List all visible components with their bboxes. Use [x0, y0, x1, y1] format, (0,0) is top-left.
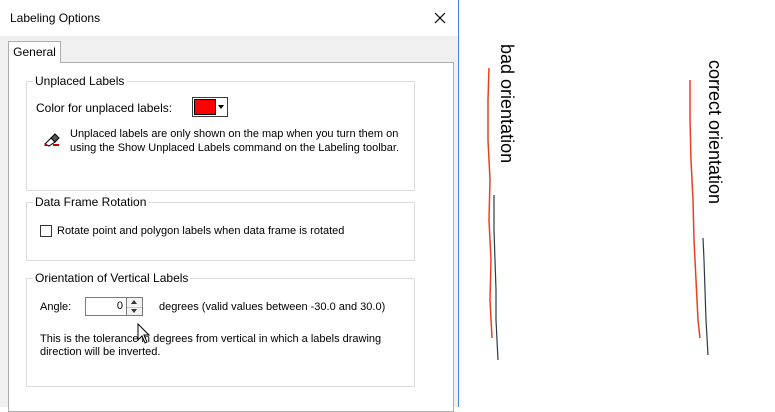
unplaced-info-line2: using the Show Unplaced Labels command o…	[70, 142, 400, 154]
dark-line-good	[702, 237, 709, 356]
red-line-good	[689, 80, 701, 339]
orientation-description: This is the tolerance in degrees from ve…	[40, 333, 400, 359]
chevron-down-icon	[131, 309, 137, 313]
rotate-labels-checkbox-label[interactable]: Rotate point and polygon labels when dat…	[57, 225, 344, 237]
degrees-hint: degrees (valid values between -30.0 and …	[159, 301, 386, 313]
rotate-labels-checkbox[interactable]	[40, 225, 52, 237]
tab-general[interactable]: General	[8, 41, 61, 63]
data-frame-rotation-group: Data Frame Rotation Rotate point and pol…	[26, 195, 415, 261]
labeling-options-dialog: Labeling Options General Unplaced Labels…	[0, 0, 459, 412]
map-label-correct-orientation: correct orientation	[705, 60, 725, 205]
mouse-pointer-icon	[137, 323, 151, 344]
unplaced-info-line1: Unplaced labels are only shown on the ma…	[70, 128, 399, 140]
chevron-down-icon	[218, 105, 224, 109]
unplaced-info-text: Unplaced labels are only shown on the ma…	[70, 127, 410, 155]
angle-label: Angle:	[40, 301, 72, 313]
close-button[interactable]	[428, 6, 452, 30]
close-icon	[434, 12, 446, 24]
orientation-description-line1: This is the tolerance in degrees from ve…	[40, 333, 382, 345]
vertical-orientation-group-title: Orientation of Vertical Labels	[33, 271, 191, 285]
chevron-up-icon	[131, 300, 137, 304]
dark-line-bad	[493, 195, 499, 361]
angle-spinner	[127, 297, 143, 316]
vertical-orientation-group: Orientation of Vertical Labels Angle: 0 …	[26, 271, 415, 387]
unplaced-labels-group-title: Unplaced Labels	[33, 74, 127, 88]
dialog-title: Labeling Options	[10, 11, 101, 25]
angle-input[interactable]: 0	[85, 297, 127, 316]
red-line-bad	[487, 67, 493, 339]
general-tab-panel: Unplaced Labels Color for unplaced label…	[8, 62, 454, 412]
title-bar: Labeling Options	[0, 0, 458, 36]
map-label-bad-orientation: bad orientation	[497, 44, 517, 164]
orientation-description-line2: direction will be inverted.	[40, 346, 161, 358]
unplaced-color-picker-button[interactable]	[192, 97, 228, 117]
unplaced-color-label: Color for unplaced labels:	[36, 101, 173, 115]
color-swatch	[194, 99, 216, 115]
angle-decrement-button[interactable]	[127, 307, 142, 316]
paint-marker-icon	[44, 133, 60, 147]
unplaced-labels-group: Unplaced Labels Color for unplaced label…	[26, 74, 415, 191]
data-frame-rotation-group-title: Data Frame Rotation	[33, 195, 149, 209]
